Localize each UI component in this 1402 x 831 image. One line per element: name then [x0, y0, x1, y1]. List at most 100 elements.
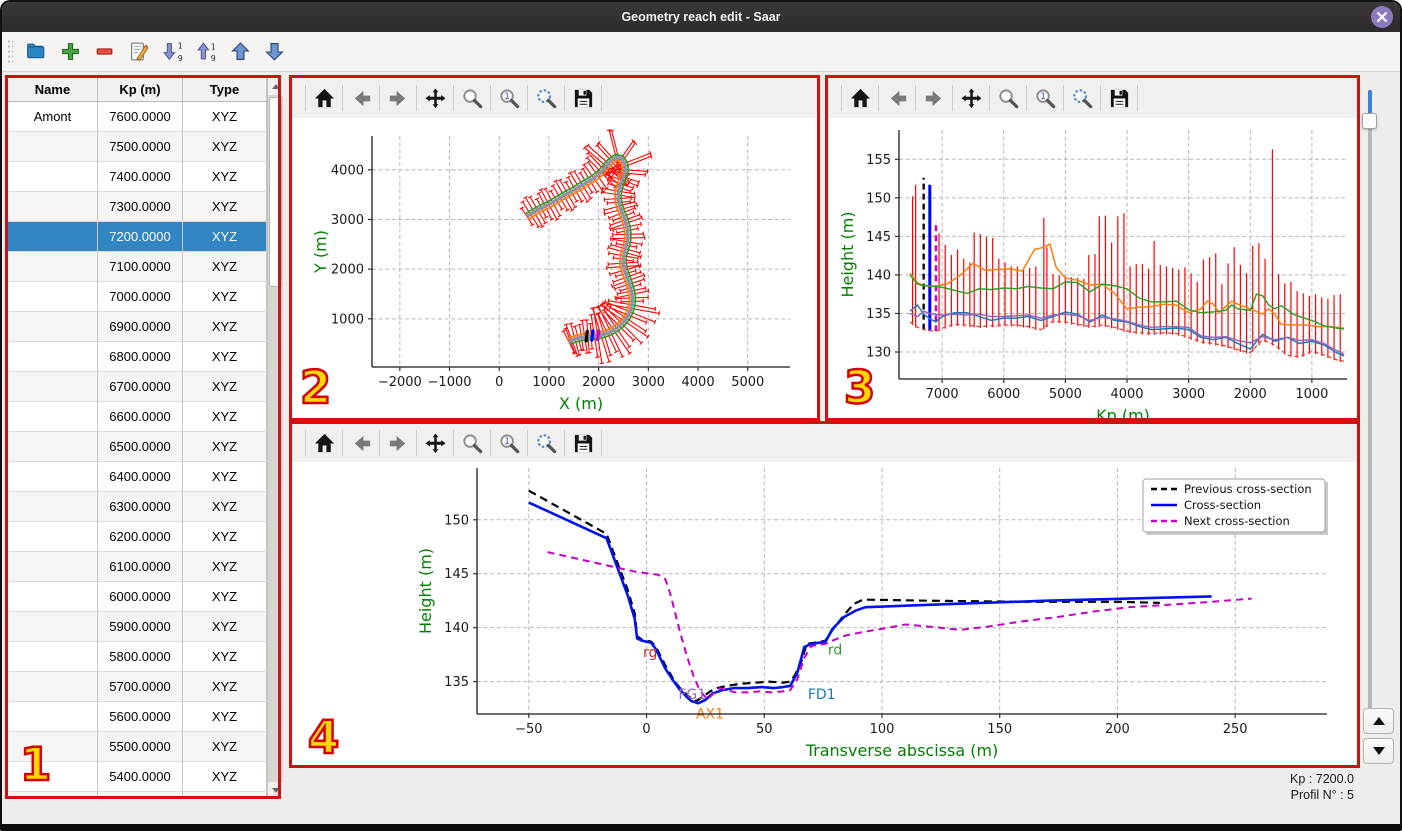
- forward-button[interactable]: [383, 83, 413, 113]
- zoom-one-button[interactable]: 1: [494, 83, 524, 113]
- zoom-extent-button[interactable]: [531, 428, 561, 458]
- back-button[interactable]: [346, 428, 376, 458]
- table-cell: 5600.0000: [98, 702, 183, 732]
- save-button[interactable]: [1104, 83, 1134, 113]
- table-row[interactable]: 7300.0000 XYZ: [8, 192, 267, 222]
- edit-profile-button[interactable]: [125, 38, 151, 66]
- home-icon: [850, 88, 870, 107]
- window-title: Geometry reach edit - Saar: [621, 10, 781, 24]
- forward-icon: [389, 90, 405, 106]
- table-row[interactable]: 6500.0000 XYZ: [8, 432, 267, 462]
- table-row[interactable]: 7400.0000 XYZ: [8, 162, 267, 192]
- table-cell: XYZ: [183, 642, 267, 672]
- back-button[interactable]: [346, 83, 376, 113]
- toolbar-grip[interactable]: [7, 38, 13, 65]
- table-row[interactable]: 6200.0000 XYZ: [8, 522, 267, 552]
- cross-section-canvas[interactable]: rgFG1AX1FD1rd−50 0 50 100 150 200 250135140145…: [292, 462, 1360, 765]
- sort-ascending-button[interactable]: 19: [193, 38, 219, 66]
- move-up-button[interactable]: [227, 38, 253, 66]
- table-row-partial[interactable]: [8, 792, 267, 799]
- zoom-extent-button[interactable]: [1067, 83, 1097, 113]
- svg-text:6000: 6000: [987, 387, 1020, 402]
- toolbar-separator: [878, 85, 879, 111]
- profile-down-button[interactable]: [1363, 738, 1394, 764]
- save-button[interactable]: [568, 428, 598, 458]
- table-cell: 6400.0000: [98, 462, 183, 492]
- table-cell: XYZ: [183, 132, 267, 162]
- table-row[interactable]: 7500.0000 XYZ: [8, 132, 267, 162]
- forward-button[interactable]: [919, 83, 949, 113]
- move-down-button[interactable]: [261, 38, 287, 66]
- scroll-up-button[interactable]: [268, 78, 284, 95]
- table-row[interactable]: 5700.0000 XYZ: [8, 672, 267, 702]
- profile-slider-thumb[interactable]: [1362, 113, 1377, 129]
- table-row[interactable]: 6000.0000 XYZ: [8, 582, 267, 612]
- open-reach-icon: [26, 43, 44, 59]
- home-button[interactable]: [309, 83, 339, 113]
- table-row[interactable]: Amont 7600.0000 XYZ: [8, 102, 267, 132]
- back-button[interactable]: [882, 83, 912, 113]
- table-scrollbar[interactable]: [267, 78, 284, 799]
- column-header-kp-m[interactable]: Kp (m): [98, 78, 183, 101]
- table-row[interactable]: 6700.0000 XYZ: [8, 372, 267, 402]
- close-button[interactable]: [1371, 6, 1393, 28]
- plan-view-panel: 1 −2000 −1000 0 1000 2000 3000 4000 5000 1000 200…: [292, 78, 820, 420]
- add-profile-button[interactable]: [57, 38, 83, 66]
- pan-button[interactable]: [956, 83, 986, 113]
- zoom-button[interactable]: [457, 428, 487, 458]
- table-cell: [8, 462, 98, 492]
- profile-up-button[interactable]: [1363, 708, 1394, 734]
- profile-slider[interactable]: [1362, 90, 1377, 712]
- table-row[interactable]: 5800.0000 XYZ: [8, 642, 267, 672]
- table-row[interactable]: 7100.0000 XYZ: [8, 252, 267, 282]
- table-row[interactable]: 6400.0000 XYZ: [8, 462, 267, 492]
- zoom-extent-button[interactable]: [531, 83, 561, 113]
- sort-descending-button[interactable]: 19: [159, 38, 185, 66]
- table-cell: [8, 342, 98, 372]
- home-button[interactable]: [309, 428, 339, 458]
- table-cell: [8, 552, 98, 582]
- svg-text:135: 135: [444, 675, 469, 690]
- zoom-button[interactable]: [457, 83, 487, 113]
- home-button[interactable]: [845, 83, 875, 113]
- save-icon: [574, 434, 592, 452]
- table-row[interactable]: 7000.0000 XYZ: [8, 282, 267, 312]
- svg-text:−50: −50: [515, 722, 542, 737]
- table-cell: 7500.0000: [98, 132, 183, 162]
- table-row[interactable]: 5900.0000 XYZ: [8, 612, 267, 642]
- pan-button[interactable]: [420, 83, 450, 113]
- scroll-down-button[interactable]: [268, 782, 284, 799]
- table-row[interactable]: 5600.0000 XYZ: [8, 702, 267, 732]
- svg-text:1000: 1000: [1295, 387, 1328, 402]
- toolbar-separator: [915, 85, 916, 111]
- forward-button[interactable]: [383, 428, 413, 458]
- toolbar-separator: [1026, 85, 1027, 111]
- table-row[interactable]: 6100.0000 XYZ: [8, 552, 267, 582]
- zoom-button[interactable]: [993, 83, 1023, 113]
- table-row[interactable]: 6800.0000 XYZ: [8, 342, 267, 372]
- long-profile-canvas[interactable]: 7000 6000 5000 4000 3000 2000 1000 130 135 140 145…: [828, 118, 1360, 425]
- plan-view-canvas[interactable]: −2000 −1000 0 1000 2000 3000 4000 5000 1000 2000 3…: [292, 118, 820, 420]
- pan-button[interactable]: [420, 428, 450, 458]
- scrollbar-thumb[interactable]: [269, 97, 282, 287]
- save-button[interactable]: [568, 83, 598, 113]
- table-row[interactable]: 6300.0000 XYZ: [8, 492, 267, 522]
- zoom-one-button[interactable]: 1: [494, 428, 524, 458]
- plan-toolbar: 1: [292, 78, 820, 118]
- titlebar[interactable]: Geometry reach edit - Saar: [2, 2, 1400, 32]
- remove-profile-button[interactable]: [91, 38, 117, 66]
- profiles-table: Name Kp (m) Type Amont 7600.0000 XYZ 7500.000…: [8, 78, 267, 799]
- svg-text:140: 140: [866, 268, 891, 283]
- column-header-name[interactable]: Name: [8, 78, 98, 101]
- zoom-one-button[interactable]: 1: [1030, 83, 1060, 113]
- annotation-number-3: 3: [843, 361, 877, 414]
- column-header-type[interactable]: Type: [183, 78, 267, 101]
- svg-text:145: 145: [444, 567, 469, 582]
- table-row[interactable]: 6600.0000 XYZ: [8, 402, 267, 432]
- svg-text:50: 50: [756, 722, 773, 737]
- table-row[interactable]: 6900.0000 XYZ: [8, 312, 267, 342]
- open-reach-button[interactable]: [23, 38, 49, 66]
- svg-text:4000: 4000: [682, 375, 715, 390]
- table-row[interactable]: 7200.0000 XYZ: [8, 222, 267, 252]
- close-icon: [1377, 12, 1387, 22]
